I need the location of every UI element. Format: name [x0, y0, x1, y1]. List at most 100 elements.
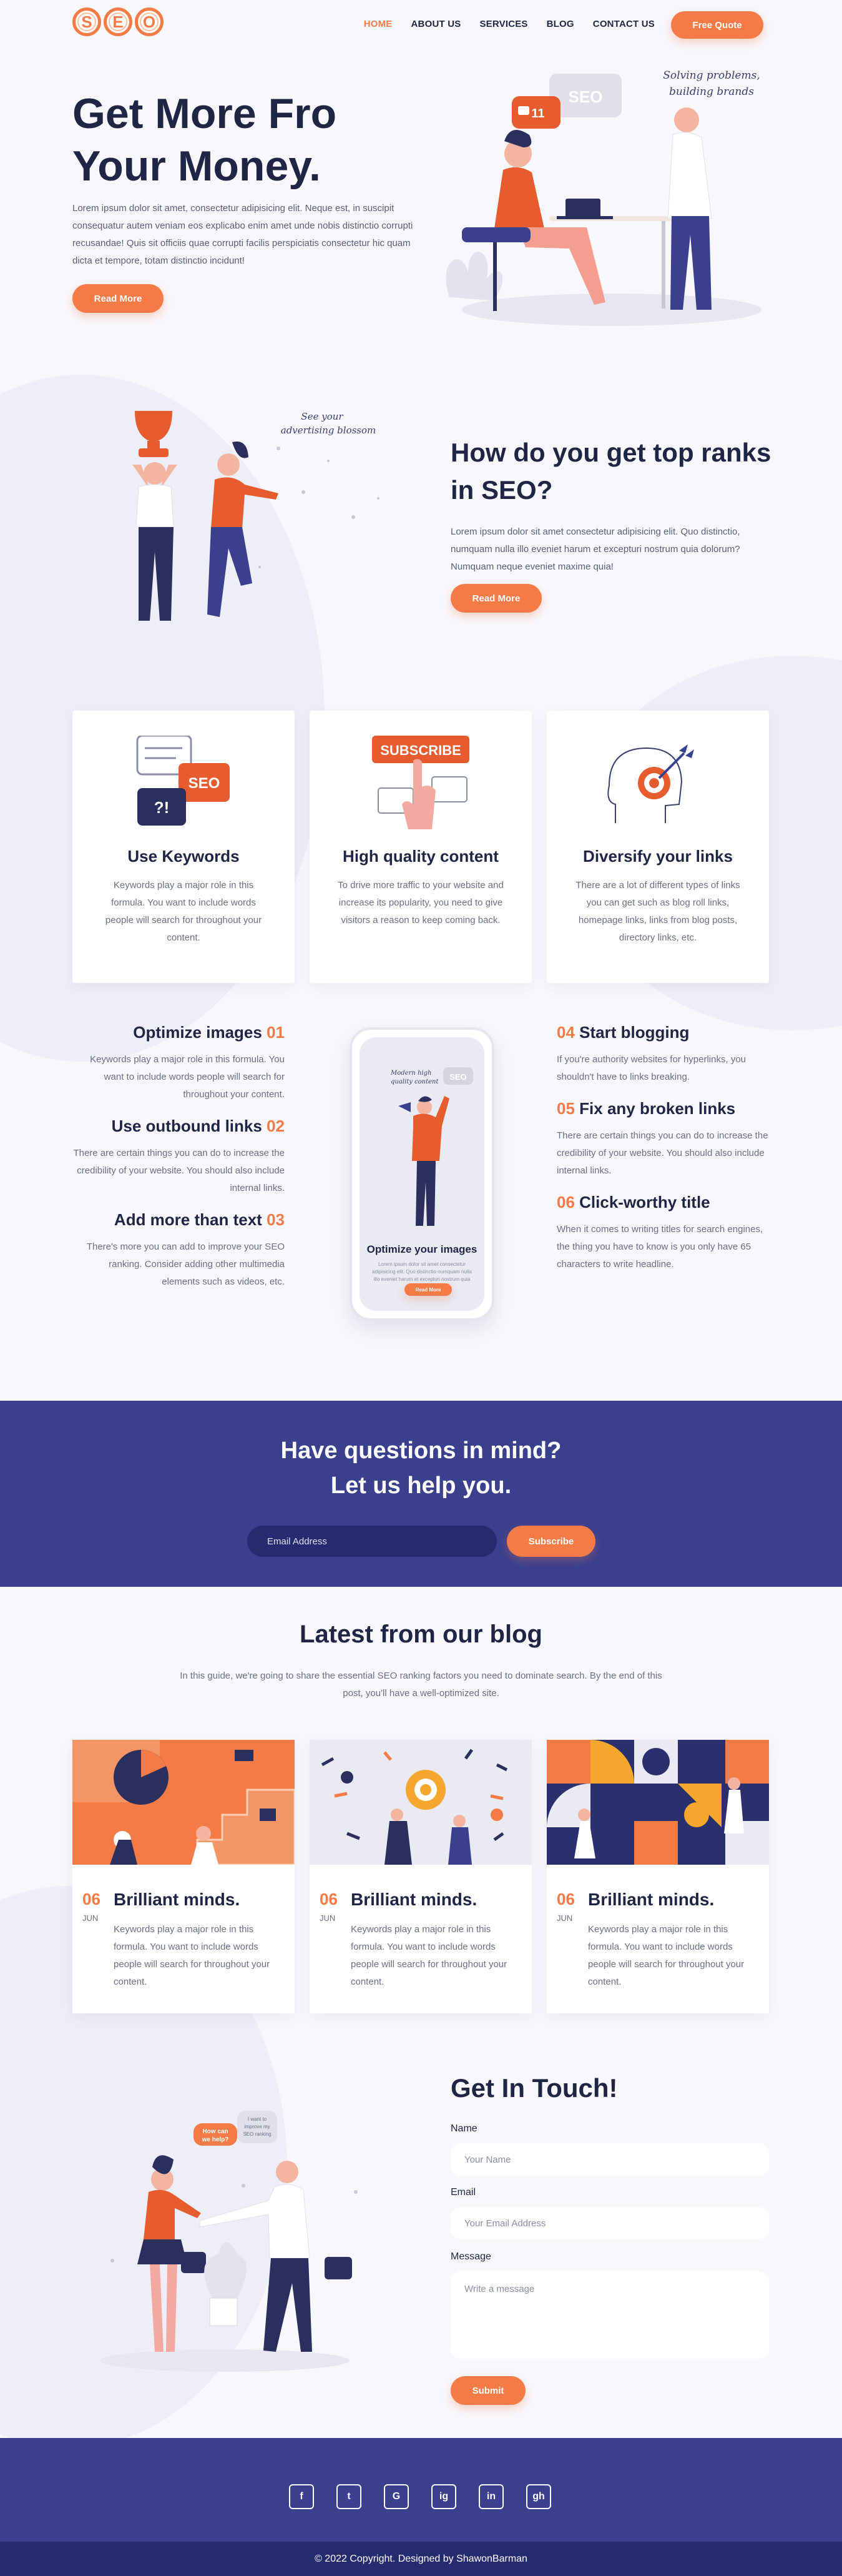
phone-title: Optimize your images: [366, 1243, 477, 1255]
svg-text:SEO ranking: SEO ranking: [243, 2131, 271, 2137]
message-textarea[interactable]: [451, 2271, 769, 2359]
instagram-icon[interactable]: ig: [431, 2484, 456, 2509]
linkedin-icon[interactable]: in: [479, 2484, 504, 2509]
contact-illustration: How can we help? I want to improve my SE…: [87, 2111, 374, 2373]
tip-text: There are certain things you can do to i…: [73, 1148, 285, 1193]
svg-text:quality content: quality content: [391, 1078, 439, 1085]
blog-post-card[interactable]: 06 JUN Brilliant minds. Keywords play a …: [310, 1740, 532, 2013]
social-links: f t G ig in gh: [289, 2484, 551, 2509]
google-icon[interactable]: G: [384, 2484, 409, 2509]
tip-title: 05 Fix any broken links: [557, 1099, 736, 1118]
svg-text:Modern high: Modern high: [390, 1070, 431, 1077]
ranks-section: See your advertising blossom How do you …: [0, 350, 842, 674]
newsletter-title-line: Have questions in mind?: [280, 1438, 562, 1464]
hero-illustration: SEO 11 Solving problems, building brands: [424, 60, 774, 335]
tip-item: 05 Fix any broken links There are certai…: [557, 1099, 769, 1180]
svg-text:we help?: we help?: [202, 2136, 229, 2143]
subscribe-button[interactable]: Subscribe: [507, 1526, 595, 1557]
copyright-text: © 2022 Copyright. Designed by ShawonBarm…: [315, 2553, 527, 2564]
tip-item: Use outbound links 02 There are certain …: [72, 1117, 285, 1197]
post-day: 06: [82, 1890, 100, 1908]
tip-text: Keywords play a major role in this formu…: [90, 1054, 285, 1100]
post-month: JUN: [82, 1913, 99, 1923]
svg-text:building brands: building brands: [669, 86, 754, 98]
tip-text: If you're authority websites for hyperli…: [557, 1054, 747, 1082]
feature-title: High quality content: [343, 847, 499, 866]
tip-text: When it comes to writing titles for sear…: [557, 1224, 763, 1270]
feature-card: SEO ?! Use Keywords Keywords play a majo…: [72, 711, 295, 983]
svg-text:SUBSCRIBE: SUBSCRIBE: [380, 743, 461, 758]
blog-text: In this guide, we're going to share the …: [180, 1670, 662, 1699]
phone-read-more-button[interactable]: Read More: [404, 1283, 452, 1296]
post-day: 06: [320, 1890, 338, 1908]
tip-title: 06 Click-worthy title: [557, 1193, 710, 1212]
name-input[interactable]: [451, 2143, 769, 2176]
svg-text:advertising blossom: advertising blossom: [281, 425, 376, 436]
copyright-bar: © 2022 Copyright. Designed by ShawonBarm…: [0, 2542, 842, 2576]
blog-post-image: [72, 1740, 295, 1865]
message-label: Message: [451, 2251, 491, 2262]
hero-section: Get More Fro Your Money. Lorem ipsum dol…: [0, 0, 842, 350]
hero-read-more-button[interactable]: Read More: [72, 284, 164, 313]
feature-card: Diversify your links There are a lot of …: [547, 711, 769, 983]
post-text: Keywords play a major role in this formu…: [588, 1924, 745, 1987]
post-text: Keywords play a major role in this formu…: [114, 1924, 270, 1987]
tip-text: There are certain things you can do to i…: [557, 1130, 768, 1176]
github-icon[interactable]: gh: [526, 2484, 551, 2509]
feature-text: To drive more traffic to your website an…: [338, 880, 504, 925]
svg-text:Solving problems,: Solving problems,: [663, 69, 760, 82]
blog-post-image: [310, 1740, 532, 1865]
feature-text: Keywords play a major role in this formu…: [105, 880, 262, 943]
post-month: JUN: [557, 1913, 573, 1923]
svg-text:See your: See your: [301, 411, 343, 422]
subscribe-icon: SUBSCRIBE: [310, 736, 532, 829]
tip-item: Optimize images 01 Keywords play a major…: [72, 1023, 285, 1103]
name-label: Name: [451, 2123, 477, 2134]
tip-item: 04 Start blogging If you're authority we…: [557, 1023, 769, 1086]
facebook-icon[interactable]: f: [289, 2484, 314, 2509]
twitter-icon[interactable]: t: [336, 2484, 361, 2509]
tip-title: 04 Start blogging: [557, 1023, 690, 1042]
svg-text:SEO: SEO: [188, 775, 220, 792]
newsletter-section: Have questions in mind? Let us help you.…: [0, 1401, 842, 1587]
page: S E O HOME ABOUT US SERVICES BLOG CONTAC…: [0, 0, 842, 2576]
phone-illustration: Modern high quality content SEO: [390, 1067, 473, 1226]
post-day: 06: [557, 1890, 575, 1908]
email-input[interactable]: [451, 2207, 769, 2239]
post-title[interactable]: Brilliant minds.: [351, 1890, 477, 1910]
blog-post-card[interactable]: 06 JUN Brilliant minds. Keywords play a …: [547, 1740, 769, 2013]
svg-text:How can: How can: [202, 2128, 228, 2135]
blog-post-card[interactable]: 06 JUN Brilliant minds. Keywords play a …: [72, 1740, 295, 2013]
svg-text:?!: ?!: [154, 798, 170, 817]
svg-text:improve my: improve my: [244, 2124, 270, 2129]
newsletter-title-line: Let us help you.: [330, 1473, 512, 1499]
svg-text:SEO: SEO: [449, 1072, 466, 1082]
tip-title: Add more than text 03: [114, 1210, 285, 1229]
blog-title: Latest from our blog: [300, 1621, 542, 1648]
tip-item: Add more than text 03 There's more you c…: [72, 1210, 285, 1291]
trophy-illustration: See your advertising blossom: [116, 405, 403, 642]
post-title[interactable]: Brilliant minds.: [114, 1890, 240, 1910]
tip-title: Use outbound links 02: [111, 1117, 285, 1135]
ranks-read-more-button[interactable]: Read More: [451, 584, 542, 613]
tip-item: 06 Click-worthy title When it comes to w…: [557, 1193, 769, 1273]
ranks-title: How do you get top ranks in SEO?: [451, 438, 771, 505]
newsletter-email-input[interactable]: [247, 1526, 497, 1557]
feature-title: Diversify your links: [583, 847, 733, 866]
post-title[interactable]: Brilliant minds.: [588, 1890, 714, 1910]
tip-text: There's more you can add to improve your…: [86, 1241, 285, 1287]
head-target-icon: [547, 736, 769, 829]
phone-mockup: Modern high quality content SEO Optimize…: [350, 1027, 494, 1321]
feature-text: There are a lot of different types of li…: [575, 880, 740, 943]
notification-count: 11: [531, 107, 544, 121]
footer: f t G ig in gh: [0, 2438, 842, 2542]
hero-title: Get More Fro Your Money.: [72, 90, 337, 190]
blog-post-image: [547, 1740, 769, 1865]
post-month: JUN: [320, 1913, 336, 1923]
post-text: Keywords play a major role in this formu…: [351, 1924, 507, 1987]
hero-text: Lorem ipsum dolor sit amet, consectetur …: [72, 203, 413, 266]
submit-button[interactable]: Submit: [451, 2376, 526, 2405]
ranks-text: Lorem ipsum dolor sit amet consectetur a…: [451, 526, 740, 572]
feature-card: SUBSCRIBE High quality content To drive …: [310, 711, 532, 983]
keywords-chat-icon: SEO ?!: [72, 736, 295, 829]
